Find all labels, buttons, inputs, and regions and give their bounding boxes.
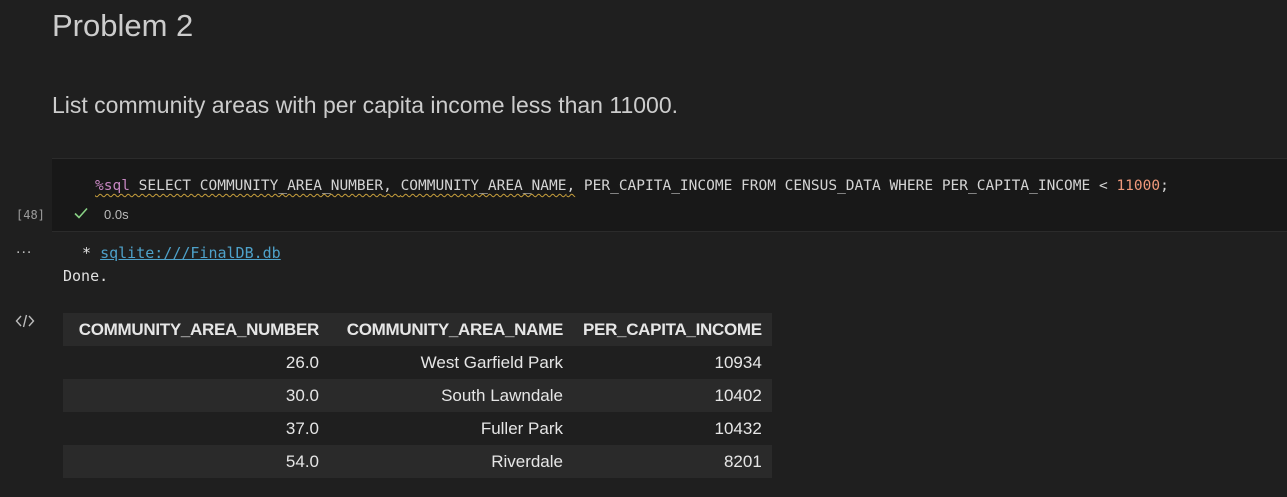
table-row: 54.0 Riverdale 8201 <box>63 445 772 478</box>
markdown-paragraph: List community areas with per capita inc… <box>52 92 678 118</box>
code-segment-select: SELECT <box>129 178 200 194</box>
cell-area-number: 37.0 <box>63 412 329 445</box>
check-icon <box>74 207 88 219</box>
cell-area-number: 30.0 <box>63 379 329 412</box>
cell-area-number: 26.0 <box>63 346 329 379</box>
code-segment-column-1: COMMUNITY_AREA_NUMBER <box>199 178 384 194</box>
column-header-community-area-name: COMMUNITY_AREA_NAME <box>329 313 573 346</box>
cell-area-name: Fuller Park <box>329 412 573 445</box>
table-row: 30.0 South Lawndale 10402 <box>63 379 772 412</box>
cell-income: 10432 <box>573 412 772 445</box>
output-more-actions-icon[interactable]: ... <box>16 240 32 258</box>
cell-income: 8201 <box>573 445 772 478</box>
column-header-community-area-number: COMMUNITY_AREA_NUMBER <box>63 313 329 346</box>
cell-area-name: Riverdale <box>329 445 573 478</box>
code-segment-rest: PER_CAPITA_INCOME FROM CENSUS_DATA WHERE… <box>575 178 1099 194</box>
code-segment-number: 11000 <box>1116 178 1161 194</box>
code-segment-column-2: COMMUNITY_AREA_NAME <box>400 178 567 194</box>
done-text: Done. <box>63 267 109 285</box>
cell-area-number: 54.0 <box>63 445 329 478</box>
code-segment-operator: < <box>1098 178 1108 194</box>
connection-prefix: * <box>73 244 101 262</box>
connection-link[interactable]: sqlite:///FinalDB.db <box>100 244 281 262</box>
code-segment-comma-2: , <box>566 178 576 194</box>
table-row: 37.0 Fuller Park 10432 <box>63 412 772 445</box>
connection-line: * sqlite:///FinalDB.db <box>73 244 281 262</box>
cell-area-name: West Garfield Park <box>329 346 573 379</box>
cell-area-name: South Lawndale <box>329 379 573 412</box>
code-segment-semicolon: ; <box>1160 178 1169 194</box>
table-header-row: COMMUNITY_AREA_NUMBER COMMUNITY_AREA_NAM… <box>63 313 772 346</box>
column-header-per-capita-income: PER_CAPITA_INCOME <box>573 313 772 346</box>
execution-time: 0.0s <box>104 207 129 222</box>
cell-income: 10402 <box>573 379 772 412</box>
table-row: 26.0 West Garfield Park 10934 <box>63 346 772 379</box>
code-line[interactable]: %sql SELECT COMMUNITY_AREA_NUMBER, COMMU… <box>95 176 1169 196</box>
sql-magic-token: %sql <box>95 178 130 194</box>
cell-income: 10934 <box>573 346 772 379</box>
code-segment-comma-1: , <box>383 178 401 194</box>
results-table: COMMUNITY_AREA_NUMBER COMMUNITY_AREA_NAM… <box>63 313 772 478</box>
code-brackets-icon[interactable] <box>15 313 35 329</box>
execution-count: [48] <box>16 208 45 222</box>
code-cell-editor[interactable]: %sql SELECT COMMUNITY_AREA_NUMBER, COMMU… <box>52 158 1287 232</box>
markdown-heading: Problem 2 <box>52 8 194 43</box>
